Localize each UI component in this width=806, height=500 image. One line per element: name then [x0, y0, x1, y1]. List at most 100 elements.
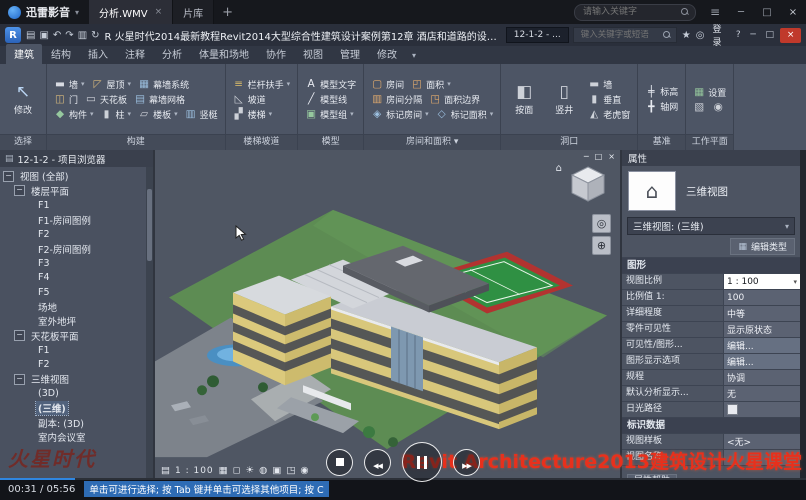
section-header[interactable]: 图形	[622, 258, 800, 274]
tool-dormer[interactable]: ◭老虎窗	[586, 108, 632, 121]
login-button[interactable]: 登录	[709, 22, 729, 48]
star-icon[interactable]: ★	[681, 30, 692, 41]
revit-minimize-button[interactable]: ─	[747, 30, 760, 40]
property-value[interactable]: 中等	[724, 306, 800, 321]
property-value[interactable]: 1 : 100▾	[724, 274, 800, 289]
tree-item[interactable]: −三维视图	[0, 372, 153, 387]
view-minimize-icon[interactable]: ─	[584, 152, 589, 161]
tool-grid[interactable]: ╋轴网	[643, 100, 680, 113]
tree-item[interactable]: 室外地坪	[0, 314, 153, 329]
tree-item[interactable]: F2-房间图例	[0, 242, 153, 257]
tool-door[interactable]: ◫门	[52, 93, 80, 106]
redo-icon[interactable]: ↷	[64, 30, 74, 41]
isolate-icon[interactable]: ◉	[300, 465, 308, 476]
type-dropdown[interactable]: 三维视图: (三维) ▾	[627, 217, 795, 235]
menu-icon[interactable]: ≡	[702, 0, 728, 24]
crop-region-icon[interactable]: ◳	[286, 465, 295, 476]
property-value[interactable]: 显示原状态	[724, 322, 800, 337]
revit-maximize-button[interactable]: □	[763, 30, 776, 40]
section-header[interactable]: 标识数据	[622, 418, 800, 434]
revit-logo[interactable]: R	[5, 27, 21, 43]
tree-item[interactable]: F3	[0, 256, 153, 271]
search-icon[interactable]	[681, 8, 689, 16]
tree-item[interactable]: F2	[0, 358, 153, 373]
scrollbar-thumb[interactable]	[147, 189, 152, 261]
tool-stair[interactable]: ▞楼梯▾	[231, 108, 275, 121]
tree-item[interactable]: 副本: (3D)	[0, 416, 153, 431]
tool-ramp[interactable]: ◺坡道	[231, 93, 268, 106]
player-minimize-button[interactable]: ─	[728, 0, 754, 24]
print-icon[interactable]: ▥	[77, 30, 88, 41]
view-scale[interactable]: 1 : 100	[175, 466, 214, 476]
tab-close-icon[interactable]: ×	[155, 7, 163, 17]
tree-item[interactable]: F1	[0, 343, 153, 358]
previous-button[interactable]	[364, 449, 391, 476]
ribbon-tab[interactable]: 结构	[43, 44, 79, 64]
view-close-icon[interactable]: ×	[608, 152, 615, 161]
open-icon[interactable]: ▤	[25, 30, 36, 41]
player-search-input[interactable]	[581, 6, 681, 18]
tool-viewer[interactable]: ◉	[710, 101, 726, 113]
tool-room-separator[interactable]: ▥房间分隔	[369, 93, 424, 106]
crop-view-icon[interactable]: ▣	[272, 465, 281, 476]
search-icon[interactable]	[663, 31, 671, 39]
tool-wall-opening[interactable]: ▬墙	[586, 78, 614, 91]
tool-set-workplane[interactable]: ▦设置	[691, 86, 728, 99]
viewport[interactable]: ─ □ × ⌂ ◎ ⊕ ▤ 1 :	[155, 150, 620, 479]
tabs-caret-icon[interactable]: ▾	[406, 51, 422, 64]
view-restore-icon[interactable]: □	[595, 152, 603, 161]
tool-floor[interactable]: ▱楼板▾	[136, 108, 180, 121]
ribbon-tab[interactable]: 修改	[369, 44, 405, 64]
tree-item[interactable]: −视图 (全部)	[0, 169, 153, 184]
scale-icon[interactable]: ▤	[161, 465, 170, 476]
type-selector[interactable]: ⌂ 三维视图	[622, 166, 800, 216]
tool-wall[interactable]: ▬墙▾	[52, 78, 87, 91]
tool-model-group[interactable]: ▣模型组▾	[303, 108, 356, 121]
properties-title[interactable]: 属性	[622, 150, 800, 166]
stop-button[interactable]	[326, 449, 353, 476]
tree-item[interactable]: −楼层平面	[0, 184, 153, 199]
tool-modify[interactable]: ↖修改	[5, 81, 41, 117]
player-tab-library[interactable]: 片库	[173, 0, 214, 24]
ribbon-tab[interactable]: 体量和场地	[191, 44, 257, 64]
tool-curtain-system[interactable]: ▦幕墙系统	[136, 78, 191, 91]
tool-mullion[interactable]: ▥竖梃	[183, 108, 220, 121]
help-icon[interactable]: ?	[734, 30, 743, 40]
new-tab-button[interactable]: +	[214, 5, 241, 20]
edit-type-button[interactable]: ▦ 编辑类型	[730, 238, 795, 255]
checkbox-icon[interactable]	[727, 404, 738, 415]
next-button[interactable]	[453, 449, 480, 476]
ribbon-tab[interactable]: 协作	[258, 44, 294, 64]
ribbon-tab[interactable]: 建筑	[6, 44, 42, 64]
tree-item[interactable]: (三维)	[0, 401, 153, 416]
tool-model-line[interactable]: ╱模型线	[303, 93, 349, 106]
tool-tag-area[interactable]: ◇标记面积▾	[434, 108, 496, 121]
tool-by-face[interactable]: ◧按面	[506, 81, 542, 117]
steering-wheel-icon[interactable]: ◎	[592, 214, 611, 233]
property-value[interactable]: 协调	[724, 370, 800, 385]
app-logo[interactable]: 迅雷影音 ▾	[8, 4, 79, 20]
player-maximize-button[interactable]: □	[754, 0, 780, 24]
tool-vertical-opening[interactable]: ▮垂直	[586, 93, 623, 106]
tool-railing[interactable]: ≡栏杆扶手▾	[231, 78, 293, 91]
tool-level[interactable]: ╪标高	[643, 85, 680, 98]
ribbon-tab[interactable]: 分析	[154, 44, 190, 64]
browser-scrollbar[interactable]	[146, 167, 153, 479]
sync-icon[interactable]: ↻	[90, 30, 100, 41]
tree-item[interactable]: (3D)	[0, 387, 153, 402]
collapse-icon[interactable]: −	[14, 330, 25, 341]
revit-search-input[interactable]	[579, 29, 660, 41]
visual-style-icon[interactable]: ◻	[233, 465, 241, 476]
play-pause-button[interactable]	[402, 442, 442, 482]
tree-item[interactable]: F5	[0, 285, 153, 300]
property-value[interactable]	[724, 402, 800, 417]
collapse-icon[interactable]: −	[14, 185, 25, 196]
tree-item[interactable]: −天花板平面	[0, 329, 153, 344]
collapse-icon[interactable]: −	[3, 171, 14, 182]
property-value[interactable]: 编辑...	[724, 354, 800, 369]
detail-level-icon[interactable]: ▦	[219, 465, 228, 476]
revit-close-button[interactable]: ×	[780, 28, 801, 43]
tool-roof[interactable]: ◸屋顶▾	[90, 78, 134, 91]
project-browser-title[interactable]: ▤ 12-1-2 - 项目浏览器	[0, 150, 153, 167]
tree-item[interactable]: F4	[0, 271, 153, 286]
